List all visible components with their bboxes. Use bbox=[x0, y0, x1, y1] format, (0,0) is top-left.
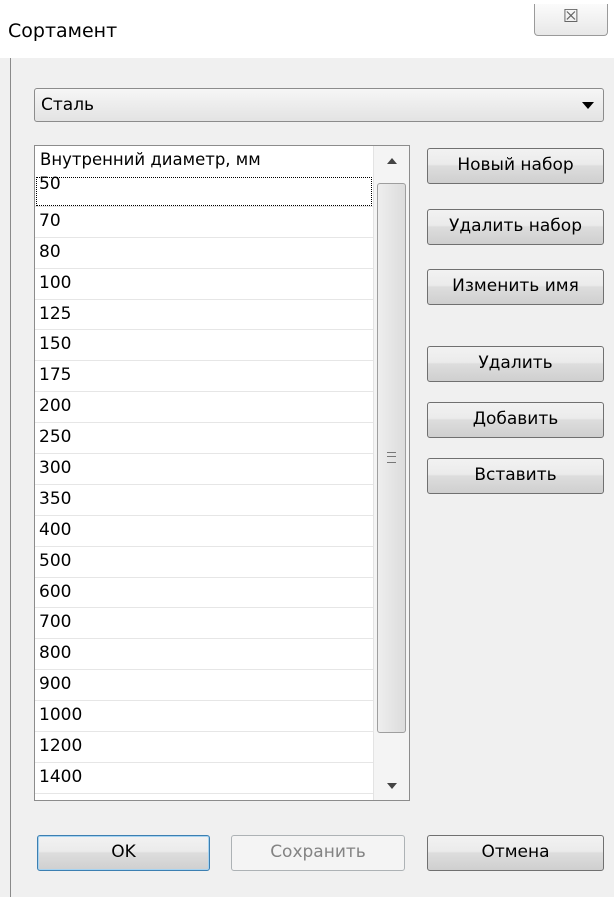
cancel-button[interactable]: Отмена bbox=[427, 835, 604, 871]
material-dropdown-value: Сталь bbox=[41, 95, 95, 115]
add-button[interactable]: Добавить bbox=[427, 402, 604, 438]
list-item[interactable]: 250 bbox=[35, 423, 373, 455]
list-item[interactable]: 100 bbox=[35, 269, 373, 300]
close-button[interactable]: ☒ bbox=[534, 4, 608, 36]
new-set-button[interactable]: Новый набор bbox=[427, 148, 604, 184]
delete-set-button[interactable]: Удалить набор bbox=[427, 209, 604, 245]
list-item[interactable]: 50 bbox=[35, 176, 373, 207]
title-bar: Сортамент ☒ bbox=[0, 0, 614, 58]
scroll-down-icon[interactable] bbox=[387, 783, 397, 789]
close-icon: ☒ bbox=[562, 6, 580, 27]
scroll-up-icon[interactable] bbox=[387, 158, 397, 164]
list-item[interactable]: 200 bbox=[35, 392, 373, 424]
material-dropdown[interactable]: Сталь bbox=[34, 88, 604, 122]
list-item[interactable]: 800 bbox=[35, 639, 373, 671]
grip-icon bbox=[387, 452, 396, 463]
ok-button[interactable]: OK bbox=[37, 835, 210, 871]
vertical-scrollbar[interactable] bbox=[373, 146, 409, 800]
list-item[interactable]: 125 bbox=[35, 300, 373, 331]
list-item[interactable]: 1000 bbox=[35, 701, 373, 733]
list-item[interactable]: 300 bbox=[35, 454, 373, 485]
list-item[interactable]: 175 bbox=[35, 361, 373, 393]
rename-button[interactable]: Изменить имя bbox=[427, 269, 604, 305]
list-item[interactable]: 150 bbox=[35, 330, 373, 362]
list-item[interactable]: 600 bbox=[35, 578, 373, 609]
list-item[interactable]: 700 bbox=[35, 608, 373, 640]
diameter-list[interactable]: Внутренний диаметр, мм 50 70 80 100 125 150 17… bbox=[34, 145, 410, 801]
list-header: Внутренний диаметр, мм bbox=[40, 150, 261, 169]
list-item[interactable]: 70 bbox=[35, 207, 373, 238]
save-button[interactable]: Сохранить bbox=[231, 835, 405, 871]
list-rows: 50 70 80 100 125 150 175 200 250 300 350 400 500 600 7… bbox=[35, 176, 373, 794]
list-item[interactable]: 500 bbox=[35, 547, 373, 578]
list-item[interactable]: 400 bbox=[35, 516, 373, 547]
list-item[interactable]: 80 bbox=[35, 238, 373, 269]
scrollbar-thumb[interactable] bbox=[377, 183, 406, 733]
window-title: Сортамент bbox=[8, 20, 118, 42]
list-item[interactable]: 1400 bbox=[35, 763, 373, 794]
list-item[interactable]: 350 bbox=[35, 485, 373, 516]
list-item[interactable]: 900 bbox=[35, 670, 373, 702]
delete-button[interactable]: Удалить bbox=[427, 346, 604, 382]
insert-button[interactable]: Вставить bbox=[427, 458, 604, 494]
dropdown-arrow-icon bbox=[582, 102, 594, 109]
list-item[interactable]: 1200 bbox=[35, 732, 373, 763]
